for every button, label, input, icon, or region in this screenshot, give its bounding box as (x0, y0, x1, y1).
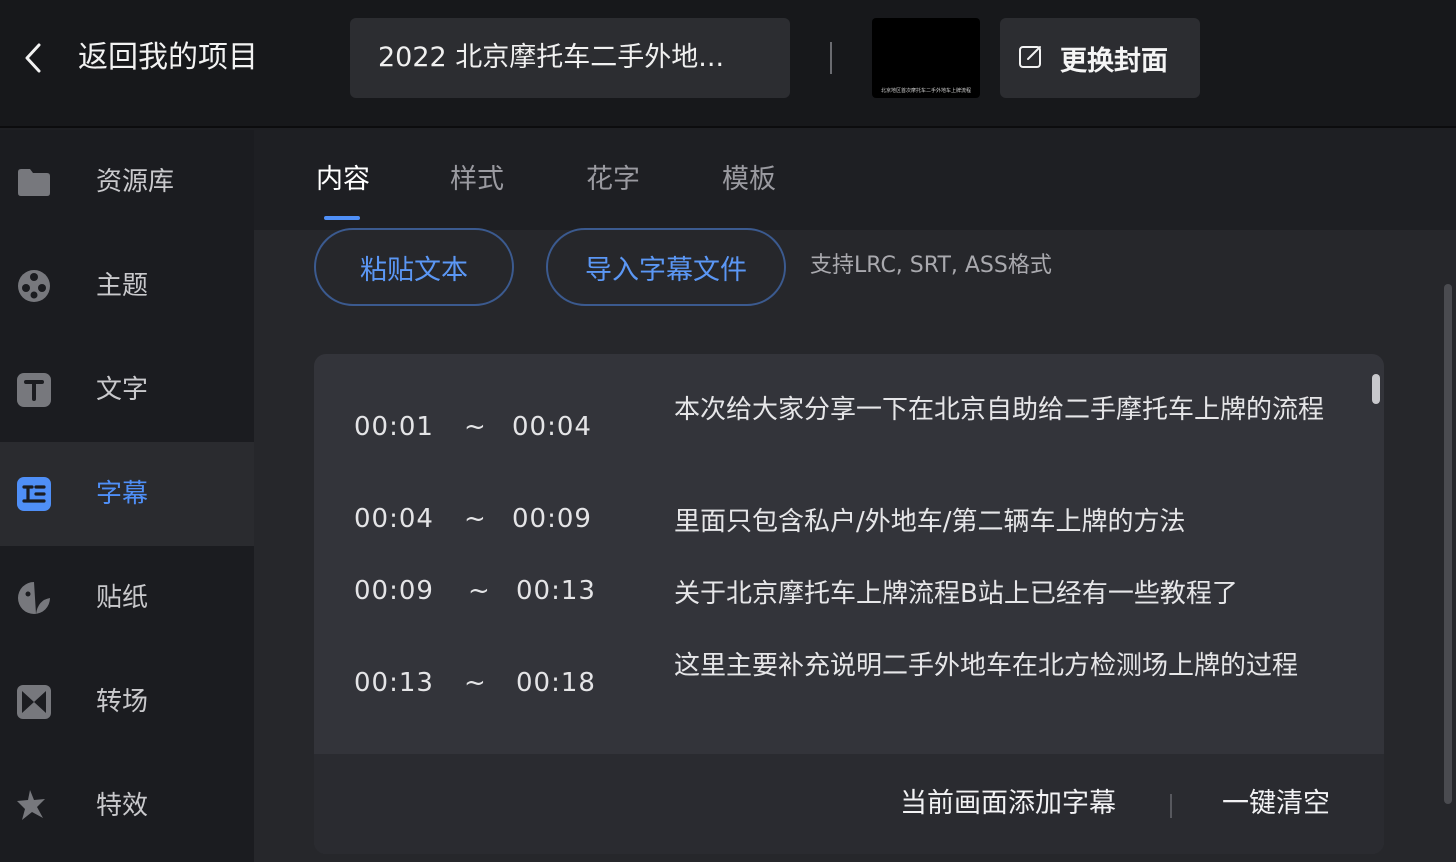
subtitle-footer: 当前画面添加字幕 一键清空 (314, 754, 1384, 854)
sidebar-item-label: 文字 (96, 375, 149, 405)
subtitle-row[interactable]: 00:04 ~ 00:09 里面只包含私户/外地车/第二辆车上牌的方法 (314, 500, 1374, 544)
sidebar-item-subtitles[interactable]: 字幕 (0, 442, 254, 546)
change-cover-button[interactable]: 更换封面 (1000, 18, 1200, 98)
back-to-projects-link[interactable]: 返回我的项目 (78, 36, 258, 80)
effects-icon (16, 788, 52, 824)
add-subtitle-at-frame-button[interactable]: 当前画面添加字幕 (900, 784, 1116, 824)
subtitle-list[interactable]: 00:01 ~ 00:04 本次给大家分享一下在北京自助给二手摩托车上牌的流程 … (314, 354, 1384, 754)
subtitle-end-time[interactable]: 00:13 (516, 576, 596, 606)
top-bar: 返回我的项目 2022 北京摩托车二手外地... 北京地区首次摩托车二手外地车上… (0, 0, 1456, 128)
sidebar-item-transitions[interactable]: 转场 (0, 650, 254, 754)
subtitle-start-time[interactable]: 00:13 (354, 668, 434, 698)
subtitle-row[interactable]: 00:09 ~ 00:13 关于北京摩托车上牌流程B站上已经有一些教程了 (314, 572, 1374, 616)
tab-template[interactable]: 模板 (722, 158, 776, 202)
sidebar-item-label: 字幕 (96, 479, 149, 509)
subtitle-end-time[interactable]: 00:09 (512, 504, 592, 534)
time-separator: ~ (464, 504, 487, 534)
subtitle-end-time[interactable]: 00:18 (516, 668, 596, 698)
sidebar-item-stickers[interactable]: 贴纸 (0, 546, 254, 650)
film-reel-icon (16, 268, 52, 304)
time-separator: ~ (468, 576, 491, 606)
subtitle-end-time[interactable]: 00:04 (512, 412, 592, 442)
sidebar-item-label: 特效 (96, 791, 149, 821)
folder-icon (16, 164, 52, 200)
tab-bar: 内容 样式 花字 模板 (254, 130, 1456, 230)
sidebar-item-library[interactable]: 资源库 (0, 130, 254, 234)
subtitle-panel: 内容 样式 花字 模板 粘贴文本 导入字幕文件 支持LRC, SRT, ASS格… (254, 130, 1456, 862)
sticker-icon (16, 580, 52, 616)
subtitle-start-time[interactable]: 00:04 (354, 504, 434, 534)
subtitle-text[interactable]: 这里主要补充说明二手外地车在北方检测场上牌的过程 (674, 646, 1334, 686)
tab-fancy-text[interactable]: 花字 (586, 158, 640, 202)
panel-scrollbar[interactable] (1444, 284, 1452, 804)
footer-divider (1170, 794, 1172, 818)
tab-style[interactable]: 样式 (450, 158, 504, 202)
subtitle-text[interactable]: 本次给大家分享一下在北京自助给二手摩托车上牌的流程 (674, 390, 1334, 430)
cover-thumbnail[interactable]: 北京地区首次摩托车二手外地车上牌流程 (872, 18, 980, 98)
time-separator: ~ (464, 412, 487, 442)
subtitle-text[interactable]: 关于北京摩托车上牌流程B站上已经有一些教程了 (674, 574, 1334, 614)
subtitle-text[interactable]: 里面只包含私户/外地车/第二辆车上牌的方法 (674, 502, 1334, 542)
paste-text-button[interactable]: 粘贴文本 (314, 228, 514, 306)
cover-caption: 北京地区首次摩托车二手外地车上牌流程 (880, 88, 971, 94)
sidebar-item-label: 转场 (96, 687, 149, 717)
header-divider (830, 42, 832, 74)
subtitle-start-time[interactable]: 00:01 (354, 412, 434, 442)
subtitle-start-time[interactable]: 00:09 (354, 576, 434, 606)
change-cover-label: 更换封面 (1060, 45, 1168, 77)
subtitle-row[interactable]: 00:01 ~ 00:04 本次给大家分享一下在北京自助给二手摩托车上牌的流程 (314, 390, 1374, 474)
transition-icon (16, 684, 52, 720)
subtitle-list-scrollbar[interactable] (1372, 374, 1380, 404)
edit-icon (1018, 43, 1044, 73)
active-tab-indicator (324, 216, 360, 220)
project-title-field[interactable]: 2022 北京摩托车二手外地... (350, 18, 790, 98)
sidebar-item-text[interactable]: 文字 (0, 338, 254, 442)
import-subtitle-file-button[interactable]: 导入字幕文件 (546, 228, 786, 306)
sidebar-item-label: 贴纸 (96, 583, 149, 613)
supported-formats-note: 支持LRC, SRT, ASS格式 (810, 253, 1052, 278)
subtitle-icon (16, 476, 52, 512)
clear-all-button[interactable]: 一键清空 (1222, 784, 1330, 824)
subtitle-row[interactable]: 00:13 ~ 00:18 这里主要补充说明二手外地车在北方检测场上牌的过程 (314, 646, 1374, 730)
sidebar-item-label: 主题 (96, 271, 149, 301)
sidebar-item-label: 资源库 (96, 167, 175, 197)
sidebar: 资源库 主题 文字 字幕 贴纸 转场 特效 (0, 130, 254, 862)
sidebar-item-effects[interactable]: 特效 (0, 754, 254, 858)
sidebar-item-theme[interactable]: 主题 (0, 234, 254, 338)
tab-content[interactable]: 内容 (316, 158, 370, 202)
back-icon[interactable] (18, 38, 48, 78)
text-icon (16, 372, 52, 408)
subtitle-list-panel: 00:01 ~ 00:04 本次给大家分享一下在北京自助给二手摩托车上牌的流程 … (314, 354, 1384, 854)
time-separator: ~ (464, 668, 487, 698)
